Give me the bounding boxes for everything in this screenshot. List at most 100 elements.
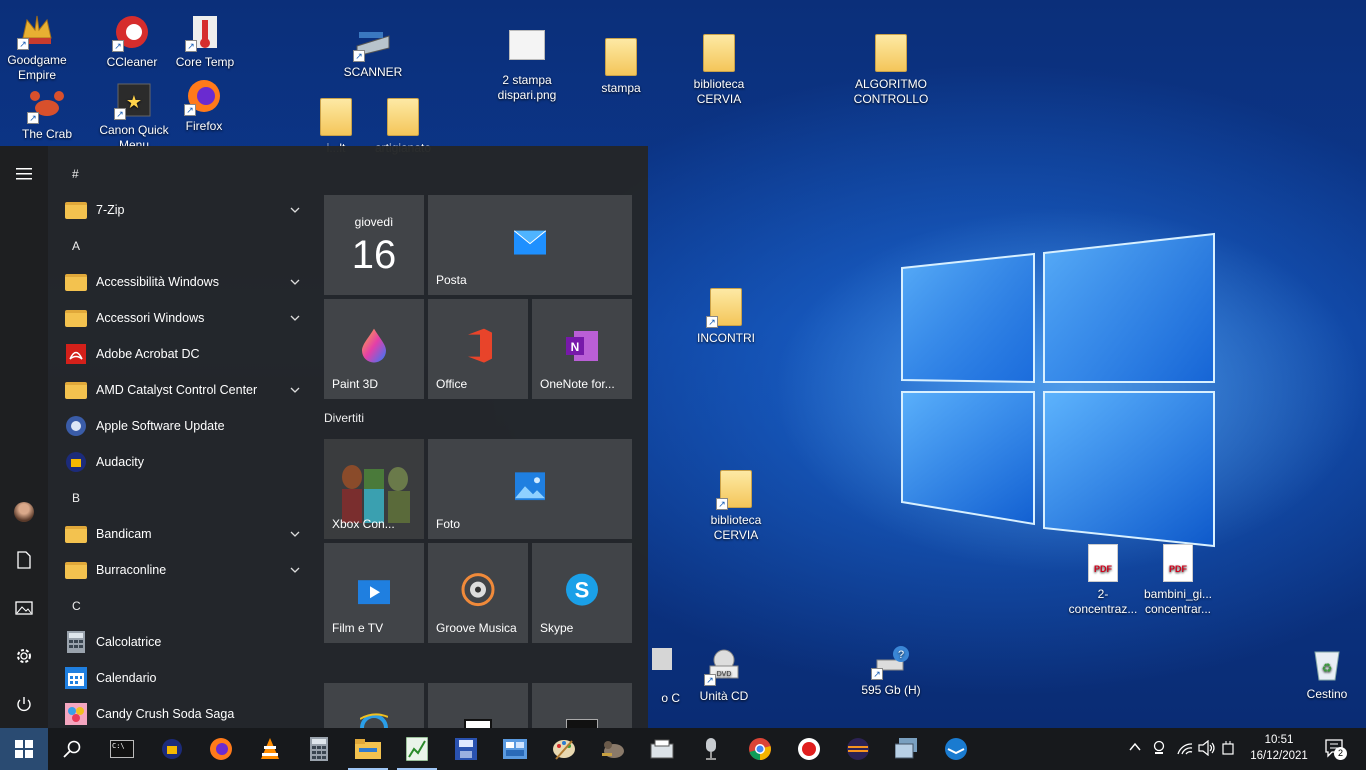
gear-icon	[17, 649, 31, 663]
taskbar-paint[interactable]	[540, 728, 588, 770]
taskbar-microphone[interactable]	[687, 728, 735, 770]
chevron-down-icon[interactable]	[290, 384, 300, 398]
desktop-icon-algoritmo[interactable]: ALGORITMO CONTROLLO	[849, 34, 933, 107]
tile-partial-2[interactable]	[428, 683, 528, 728]
folder-icon	[64, 522, 88, 546]
desktop-icon-goodgame[interactable]: ↗ Goodgame Empire	[0, 10, 79, 83]
app-item[interactable]: Calcolatrice	[48, 624, 312, 660]
power-button[interactable]	[0, 680, 48, 728]
taskbar-cmd[interactable]: C:\	[98, 728, 146, 770]
desktop-icon-stampa-dispari[interactable]: 2 stampa dispari.png	[485, 30, 569, 103]
app-folder-item[interactable]: Bandicam	[48, 516, 312, 552]
section-letter[interactable]: A	[48, 228, 312, 264]
desktop-icon-cestino[interactable]: ♻ Cestino	[1285, 644, 1366, 702]
taskbar-calculator[interactable]	[295, 728, 343, 770]
vlc-icon	[261, 738, 279, 759]
taskbar-save-app[interactable]	[442, 728, 490, 770]
mail-icon	[514, 230, 546, 255]
taskbar-gimp[interactable]	[589, 728, 637, 770]
section-letter[interactable]: C	[48, 588, 312, 624]
user-account-button[interactable]	[0, 488, 48, 536]
tile-partial-3[interactable]	[532, 683, 632, 728]
documents-button[interactable]	[0, 536, 48, 584]
settings-button[interactable]	[0, 632, 48, 680]
app-folder-item[interactable]: Burraconline	[48, 552, 312, 588]
calculator-icon	[64, 630, 88, 654]
skype-icon: S	[566, 573, 598, 606]
app-item[interactable]: Audacity	[48, 444, 312, 480]
chevron-down-icon[interactable]	[290, 312, 300, 326]
chevron-down-icon[interactable]	[290, 204, 300, 218]
app-folder-item[interactable]: 7-Zip	[48, 192, 312, 228]
taskbar-eclipse[interactable]	[834, 728, 882, 770]
desktop-icon-thecrab[interactable]: ↗ The Crab	[5, 84, 89, 142]
app-item[interactable]: Adobe Acrobat DC	[48, 336, 312, 372]
tray-network[interactable]	[1176, 740, 1194, 759]
folder-icon	[64, 198, 88, 222]
app-folder-item[interactable]: AMD Catalyst Control Center	[48, 372, 312, 408]
folder-icon	[871, 34, 911, 74]
groove-music-icon	[461, 573, 495, 607]
chevron-down-icon[interactable]	[290, 564, 300, 578]
tile-posta[interactable]: Posta	[428, 195, 632, 295]
tile-onenote[interactable]: N OneNote for...	[532, 299, 632, 399]
desktop-icon-unita-cd[interactable]: DVD ↗ Unità CD	[682, 646, 766, 704]
document-icon	[17, 551, 31, 569]
tile-calendar[interactable]: giovedì 16	[324, 195, 424, 295]
section-letter[interactable]: B	[48, 480, 312, 516]
notification-center-button[interactable]: 2	[1324, 738, 1347, 763]
taskbar-notepad-chart[interactable]	[393, 728, 441, 770]
taskbar-firefox[interactable]	[197, 728, 245, 770]
app-label: Adobe Acrobat DC	[96, 347, 200, 361]
desktop-icon-coretemp[interactable]: ↗ Core Temp	[163, 12, 247, 70]
taskbar-app-stack[interactable]	[883, 728, 931, 770]
desktop-icon-incontri[interactable]: ↗ INCONTRI	[684, 288, 768, 346]
taskbar-record[interactable]	[785, 728, 833, 770]
taskbar-explorer[interactable]	[344, 728, 392, 770]
expand-menu-button[interactable]	[0, 150, 48, 198]
chevron-down-icon[interactable]	[290, 276, 300, 290]
desktop-icon-scanner[interactable]: ↗ SCANNER	[331, 22, 415, 80]
app-item[interactable]: Apple Software Update	[48, 408, 312, 444]
taskbar-scanner-app[interactable]	[638, 728, 686, 770]
desktop-icon-pdf-1[interactable]: PDF 2- concentraz...	[1061, 544, 1145, 617]
chevron-down-icon[interactable]	[290, 528, 300, 542]
tile-skype[interactable]: S Skype	[532, 543, 632, 643]
tile-groove[interactable]: Groove Musica	[428, 543, 528, 643]
section-letter[interactable]: #	[48, 156, 312, 192]
desktop-icon-drive-h[interactable]: ? ↗ 595 Gb (H)	[849, 640, 933, 698]
tile-xbox[interactable]: Xbox Con...	[324, 439, 424, 539]
tile-film[interactable]: Film e TV	[324, 543, 424, 643]
ccleaner-icon: ↗	[112, 12, 152, 52]
app-item[interactable]: Calendario	[48, 660, 312, 696]
webcam-icon	[1153, 740, 1165, 754]
tile-foto[interactable]: Foto	[428, 439, 632, 539]
desktop-icon-biblioteca-2[interactable]: ↗ biblioteca CERVIA	[694, 470, 778, 543]
app-label: 7-Zip	[96, 203, 125, 217]
desktop-icon-ccleaner[interactable]: ↗ CCleaner	[90, 12, 174, 70]
eclipse-icon	[847, 738, 869, 760]
pictures-button[interactable]	[0, 584, 48, 632]
app-folder-item[interactable]: Accessibilità Windows	[48, 264, 312, 300]
tray-volume[interactable]	[1198, 739, 1216, 759]
clock[interactable]: 10:51 16/12/2021	[1244, 732, 1314, 764]
desktop-icon-biblioteca-1[interactable]: biblioteca CERVIA	[677, 34, 761, 107]
desktop-icon-stampa[interactable]: stampa	[579, 38, 663, 96]
tile-paint3d[interactable]: Paint 3D	[324, 299, 424, 399]
taskbar-chrome[interactable]	[736, 728, 784, 770]
desktop-icon-firefox[interactable]: ↗ Firefox	[162, 76, 246, 134]
desktop-icon-pdf-2[interactable]: PDF bambini_gi... concentrar...	[1136, 544, 1220, 617]
search-button[interactable]	[48, 728, 96, 770]
taskbar-control-panel[interactable]	[491, 728, 539, 770]
taskbar-thunderbird[interactable]	[932, 728, 980, 770]
tile-internet-explorer[interactable]	[324, 683, 424, 728]
start-button[interactable]	[0, 728, 48, 770]
app-item[interactable]: Candy Crush Soda Saga	[48, 696, 312, 728]
taskbar-vlc[interactable]	[246, 728, 294, 770]
tray-power[interactable]	[1221, 740, 1237, 759]
show-hidden-icons-button[interactable]	[1128, 740, 1142, 757]
taskbar-audacity[interactable]	[148, 728, 196, 770]
app-folder-item[interactable]: Accessori Windows	[48, 300, 312, 336]
tray-meet-now[interactable]	[1152, 740, 1166, 759]
tile-office[interactable]: Office	[428, 299, 528, 399]
